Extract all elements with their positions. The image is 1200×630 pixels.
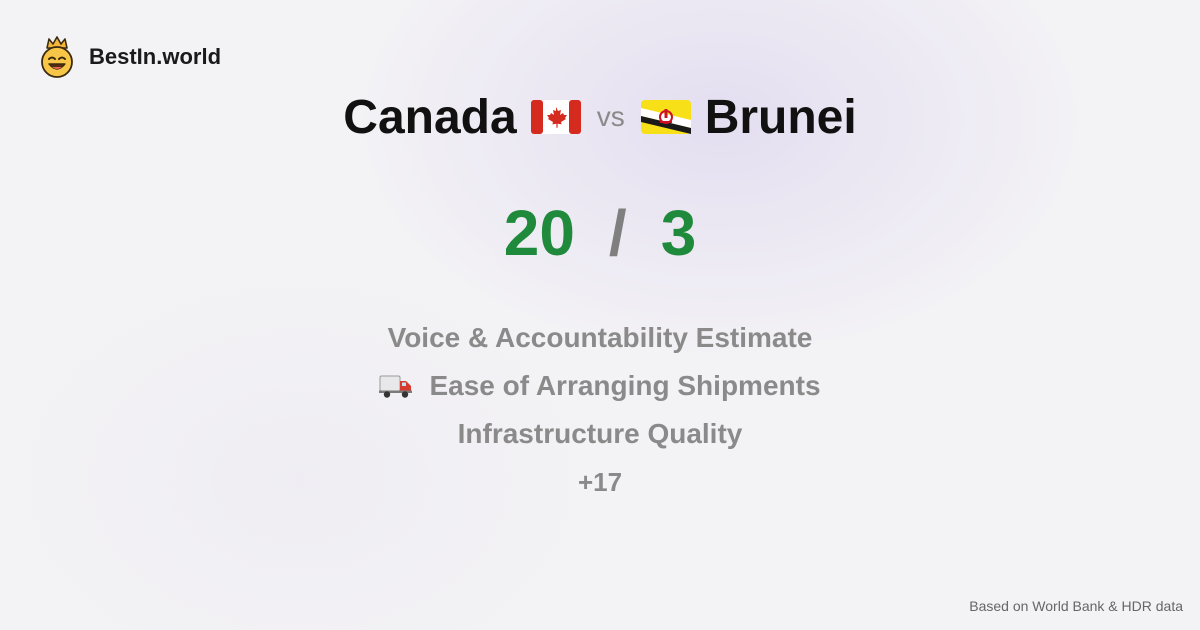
right-score: 3 — [660, 197, 697, 269]
score-separator: / — [608, 197, 627, 269]
metric-item[interactable]: Infrastructure Quality — [0, 410, 1200, 458]
brunei-flag-icon — [640, 100, 691, 134]
vs-label: vs — [596, 101, 625, 132]
more-count-label: +17 — [577, 467, 623, 497]
metric-label: Ease of Arranging Shipments — [429, 370, 821, 401]
metric-list: Voice & Accountability Estimate Ease of … — [0, 314, 1200, 506]
left-country-name: Canada — [343, 90, 517, 144]
brand[interactable]: BestIn.world — [38, 36, 221, 78]
metric-label: Voice & Accountability Estimate — [387, 322, 813, 353]
left-score: 20 — [503, 197, 575, 269]
score-summary: 20 / 3 — [0, 196, 1200, 270]
right-country-name: Brunei — [704, 90, 857, 144]
more-metrics-count[interactable]: +17 — [0, 458, 1200, 506]
canada-flag-icon — [530, 100, 581, 134]
brand-name: BestIn.world — [89, 44, 222, 69]
metric-item[interactable]: Voice & Accountability Estimate — [0, 314, 1200, 362]
crowned-smiley-icon — [41, 36, 73, 78]
metric-label: Infrastructure Quality — [457, 418, 743, 449]
data-source-note: Based on World Bank & HDR data — [969, 598, 1183, 614]
metric-item[interactable]: Ease of Arranging Shipments — [0, 362, 1200, 410]
comparison-title: Canada vs Brunei — [0, 88, 1200, 146]
delivery-truck-icon — [379, 375, 413, 398]
